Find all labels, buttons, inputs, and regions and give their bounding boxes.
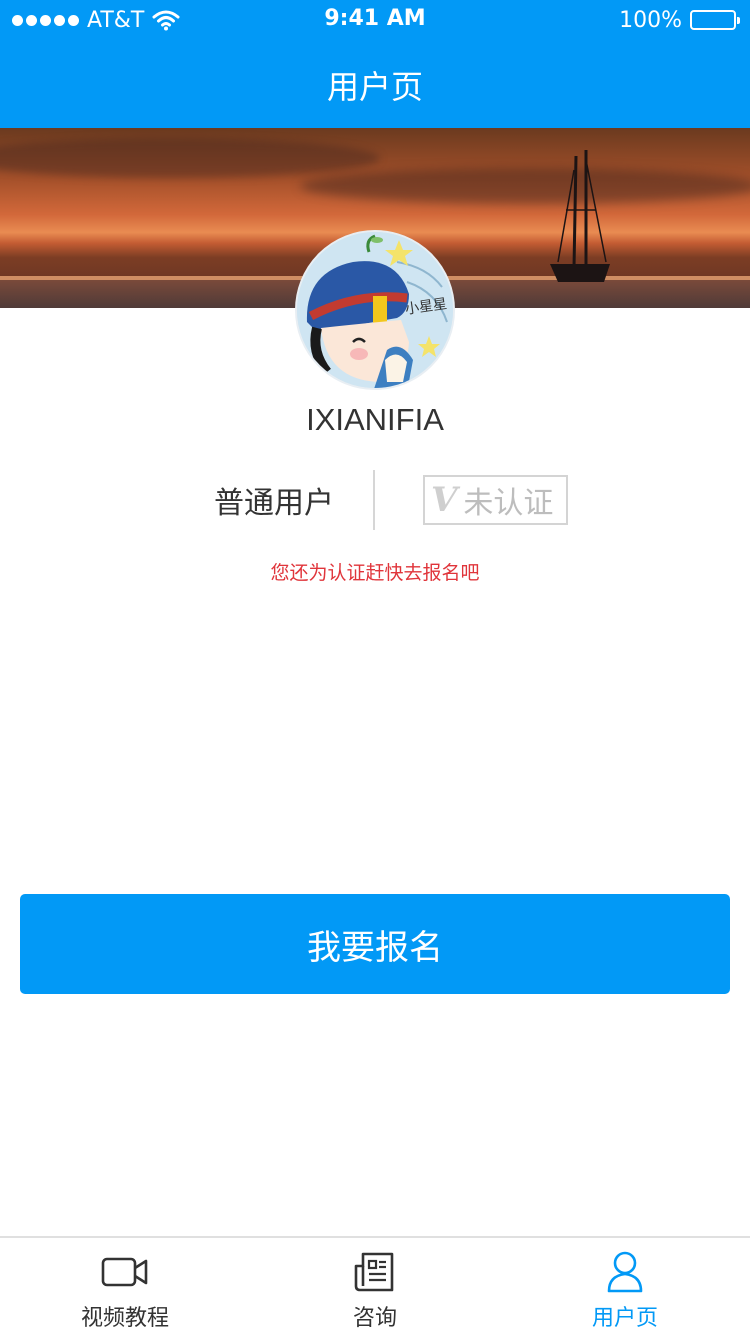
battery-icon bbox=[690, 10, 740, 30]
tab-label: 用户页 bbox=[591, 1306, 658, 1331]
verified-v-icon: V bbox=[431, 480, 458, 520]
user-person-icon bbox=[607, 1251, 643, 1293]
tab-consult[interactable]: 咨询 bbox=[250, 1238, 500, 1334]
signup-button[interactable]: 我要报名 bbox=[20, 894, 730, 994]
page-title: 用户页 bbox=[326, 68, 423, 106]
username: IXIANIFIA bbox=[306, 402, 444, 437]
battery-area: 100% bbox=[619, 6, 740, 34]
certification-badge: V 未认证 bbox=[423, 475, 568, 525]
top-bar: AT&T 9:41 AM 100% 用户页 bbox=[0, 0, 750, 128]
video-camera-icon bbox=[101, 1257, 148, 1287]
tab-user-page[interactable]: 用户页 bbox=[500, 1238, 750, 1334]
divider bbox=[373, 470, 375, 530]
user-type-label: 普通用户 bbox=[214, 486, 334, 521]
certification-hint: 您还为认证赶快去报名吧 bbox=[270, 562, 480, 584]
battery-percent: 100% bbox=[619, 7, 682, 33]
tab-video-tutorials[interactable]: 视频教程 bbox=[0, 1238, 250, 1334]
certification-status: 未认证 bbox=[463, 486, 554, 521]
avatar[interactable]: 小星星 bbox=[295, 230, 455, 390]
status-bar: AT&T 9:41 AM 100% bbox=[0, 0, 750, 40]
news-document-icon bbox=[354, 1252, 394, 1292]
sailboat-icon bbox=[550, 150, 610, 282]
tab-bar: 视频教程 咨询 用户页 bbox=[0, 1236, 750, 1334]
tab-label: 视频教程 bbox=[80, 1306, 169, 1331]
tab-label: 咨询 bbox=[352, 1306, 397, 1331]
